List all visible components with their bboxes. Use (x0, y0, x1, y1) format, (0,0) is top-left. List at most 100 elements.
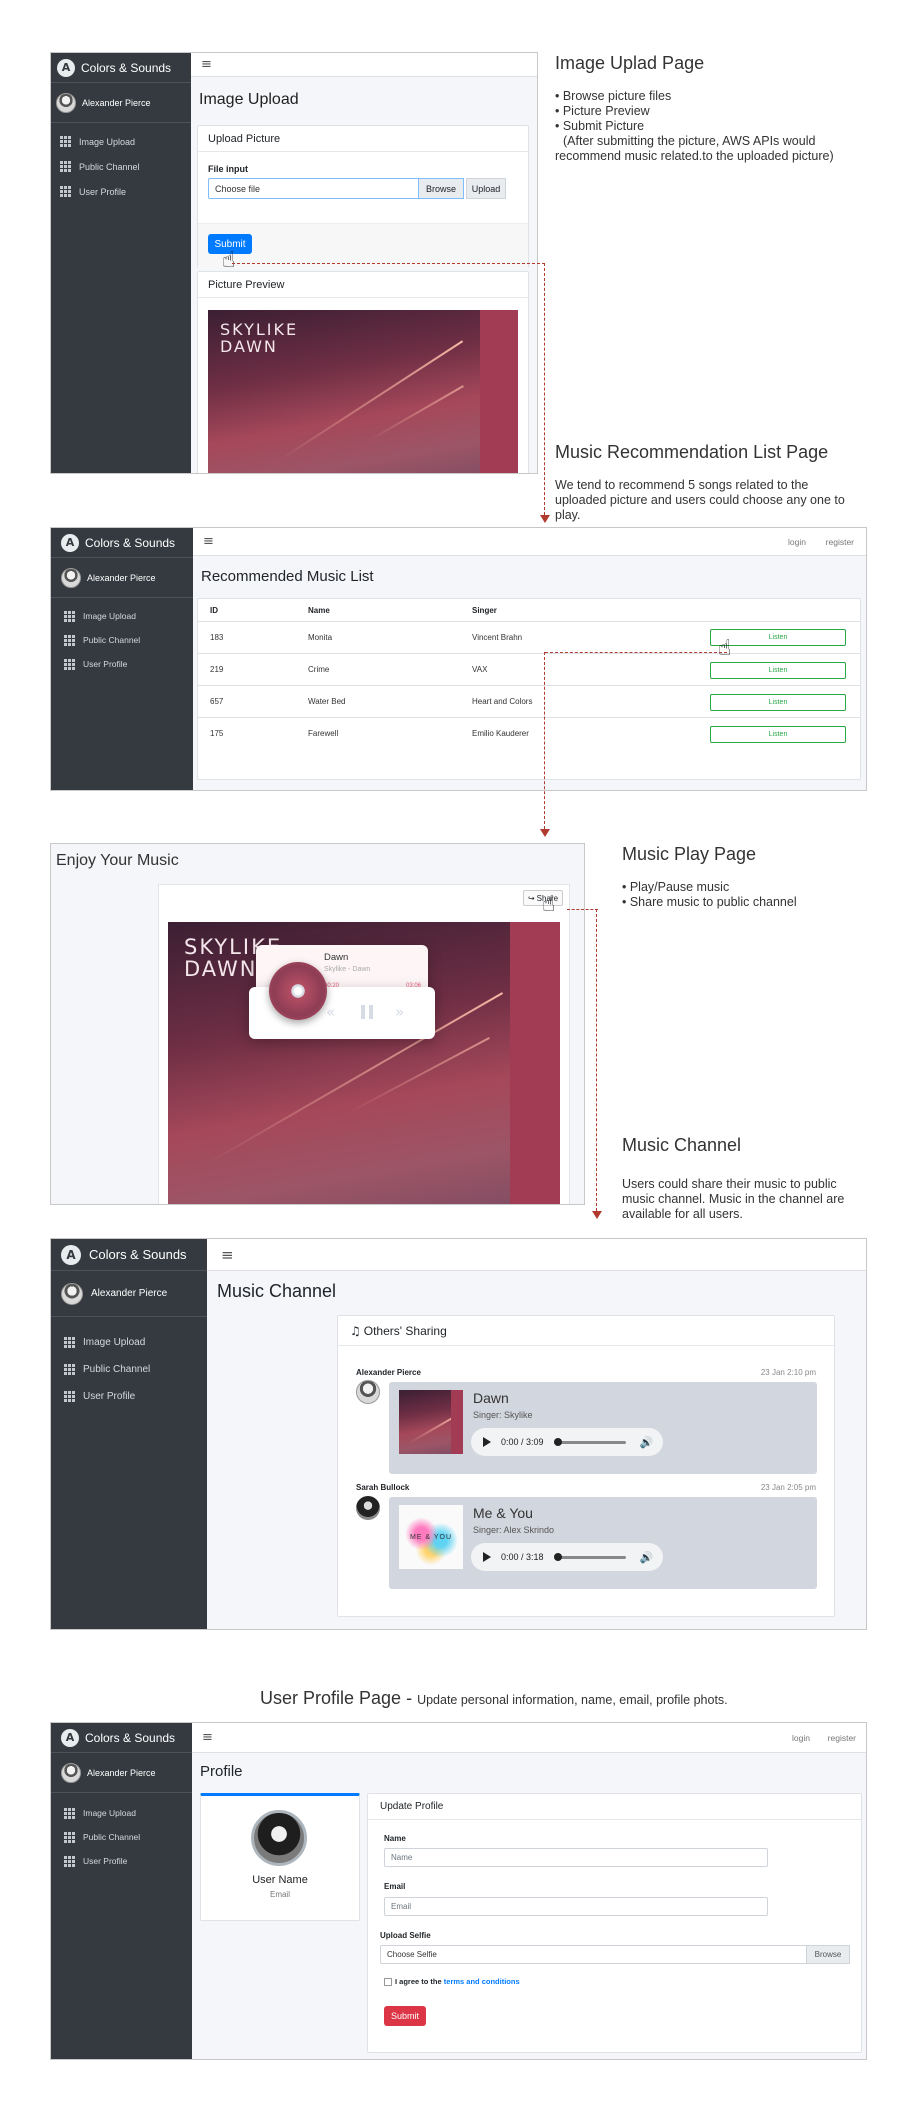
upload-button[interactable]: Upload (466, 178, 506, 199)
col-singer: Singer (472, 605, 497, 615)
menu-toggle-icon[interactable]: ≡ (201, 57, 212, 72)
sidebar-item-label: User Profile (83, 659, 128, 669)
flow-arrow-head (592, 1211, 602, 1219)
forward-icon[interactable]: » (395, 1003, 404, 1021)
audio-progress[interactable] (553, 1437, 626, 1446)
listen-button[interactable]: Listen (710, 726, 846, 743)
post-song-title: Me & You (473, 1505, 533, 1521)
profile-photo (251, 1810, 307, 1866)
brand-name: Colors & Sounds (85, 535, 176, 550)
topbar: ≡ (207, 1239, 866, 1271)
sidebar-item-label: Public Channel (79, 161, 140, 172)
terms-checkbox[interactable] (384, 1977, 392, 1986)
register-link[interactable]: register (826, 537, 854, 547)
topbar: ≡ (191, 53, 537, 77)
brand[interactable]: A Colors & Sounds (51, 1239, 207, 1271)
post-music-box: ME & YOU Me & You Singer: Alex Skrindo 0… (389, 1497, 817, 1589)
user-panel[interactable]: Alexander Pierce (51, 1753, 192, 1793)
listen-button[interactable]: Listen (710, 694, 846, 711)
sidebar-item-public-channel[interactable]: Public Channel (51, 1356, 207, 1383)
user-name: Alexander Pierce (87, 572, 156, 583)
upload-note-body: • Browse picture files • Picture Preview… (555, 89, 895, 164)
file-input-label: File input (208, 164, 248, 174)
update-profile-header: Update Profile (368, 1794, 861, 1820)
user-panel[interactable]: Alexander Pierce (51, 558, 193, 598)
sidebar-item-image-upload[interactable]: Image Upload (51, 1329, 207, 1356)
preview-card: Picture Preview SKYLIKE DAWN (197, 271, 529, 473)
listen-button[interactable]: Listen (710, 662, 846, 679)
channel-note-body: Users could share their music to public … (622, 1177, 892, 1222)
login-link[interactable]: login (788, 537, 806, 547)
profile-submit-button[interactable]: Submit (384, 2006, 426, 2026)
audio-player[interactable]: 0:00 / 3:18 🔊 (471, 1543, 663, 1571)
sidebar-item-public-channel[interactable]: Public Channel (51, 154, 191, 179)
menu-toggle-icon[interactable]: ≡ (202, 1730, 213, 1745)
brand[interactable]: A Colors & Sounds (51, 53, 191, 83)
register-link[interactable]: register (828, 1733, 856, 1743)
pause-icon[interactable] (361, 1005, 373, 1019)
profile-note-heading: User Profile Page - (260, 1688, 418, 1708)
recommendation-page-screenshot: A Colors & Sounds Alexander Pierce Image… (50, 527, 867, 791)
flow-arrow-head (540, 515, 550, 523)
col-name: Name (308, 605, 330, 615)
sidebar-item-public-channel[interactable]: Public Channel (51, 628, 193, 652)
table-header: ID Name Singer (198, 599, 860, 621)
row-name: Monita (308, 633, 333, 642)
pointer-hand-icon: ☝ (222, 248, 236, 273)
profile-note-detail: Update personal information, name, email… (417, 1693, 728, 1707)
selfie-browse-button[interactable]: Browse (806, 1945, 850, 1964)
audio-player[interactable]: 0:00 / 3:09 🔊 (471, 1428, 663, 1456)
brand-name: Colors & Sounds (85, 1730, 176, 1745)
row-id: 219 (210, 665, 224, 674)
profile-summary-card: User Name Email (200, 1793, 360, 1921)
brand-logo-icon: A (57, 58, 75, 77)
sidebar-item-user-profile[interactable]: User Profile (51, 652, 193, 676)
post-album-art (399, 1390, 463, 1454)
sharing-card-header: ♫ Others' Sharing (338, 1316, 834, 1346)
topbar: ≡ login register (192, 1723, 866, 1753)
name-field[interactable]: Name (384, 1848, 768, 1867)
col-id: ID (210, 605, 218, 615)
browse-button[interactable]: Browse (418, 178, 464, 199)
sidebar-item-label: Public Channel (83, 1364, 151, 1375)
grid-icon (64, 658, 75, 670)
brand[interactable]: A Colors & Sounds (51, 1723, 192, 1753)
brand[interactable]: A Colors & Sounds (51, 528, 193, 558)
selfie-file-input[interactable]: Choose Selfie (380, 1945, 850, 1964)
sidebar-item-label: Public Channel (83, 1832, 141, 1842)
rewind-icon[interactable]: « (326, 1003, 335, 1021)
music-note-icon: ♫ (350, 1323, 361, 1338)
email-field[interactable]: Email (384, 1897, 768, 1916)
user-panel[interactable]: Alexander Pierce (51, 83, 191, 123)
play-icon[interactable] (483, 1552, 491, 1562)
user-panel[interactable]: Alexander Pierce (51, 1271, 207, 1317)
sidebar-item-user-profile[interactable]: User Profile (51, 179, 191, 204)
volume-icon[interactable]: 🔊 (640, 1436, 654, 1449)
play-icon[interactable] (483, 1437, 491, 1447)
sidebar-item-image-upload[interactable]: Image Upload (51, 604, 193, 628)
sidebar-item-image-upload[interactable]: Image Upload (51, 1801, 192, 1825)
profile-user-email: Email (269, 1890, 290, 1899)
upload-note-bullet: • Submit Picture (555, 119, 645, 133)
sidebar-item-user-profile[interactable]: User Profile (51, 1383, 207, 1410)
post-time: 23 Jan 2:05 pm (760, 1483, 816, 1492)
table-row: 657 Water Bed Heart and Colors Listen (198, 685, 860, 717)
sidebar-item-public-channel[interactable]: Public Channel (51, 1825, 192, 1849)
play-note-body: • Play/Pause music • Share music to publ… (622, 880, 892, 910)
grid-icon (60, 136, 71, 147)
menu-toggle-icon[interactable]: ≡ (221, 1246, 234, 1264)
volume-icon[interactable]: 🔊 (640, 1551, 654, 1564)
terms-link[interactable]: terms and conditions (444, 1977, 520, 1986)
brand-name: Colors & Sounds (81, 60, 172, 75)
sidebar-item-image-upload[interactable]: Image Upload (51, 129, 191, 154)
login-link[interactable]: login (792, 1733, 810, 1743)
row-name: Water Bed (308, 697, 346, 706)
post-singer: Singer: Alex Skrindo (473, 1525, 555, 1535)
audio-progress[interactable] (553, 1552, 626, 1561)
table-row: 175 Farewell Emilio Kauderer Listen (198, 717, 860, 749)
upload-note-extra: recommend music related.to the uploaded … (555, 149, 834, 163)
sidebar-item-user-profile[interactable]: User Profile (51, 1849, 192, 1873)
avatar (61, 1282, 83, 1305)
menu-toggle-icon[interactable]: ≡ (203, 534, 214, 549)
avatar (356, 1380, 380, 1404)
